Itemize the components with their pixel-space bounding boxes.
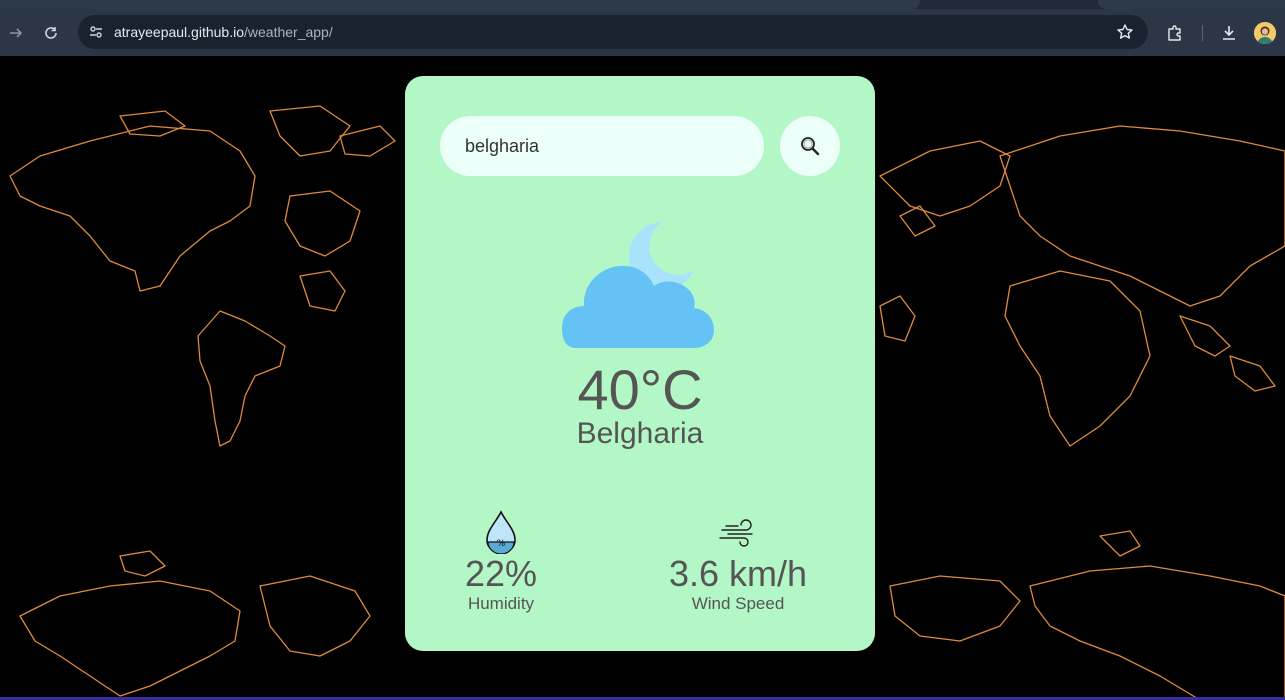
svg-text:%: % (497, 539, 506, 549)
magnifier-icon (801, 137, 820, 156)
url-host: atrayeepaul.github.io (114, 24, 244, 40)
tune-icon (90, 26, 102, 38)
active-tab[interactable] (0, 0, 920, 9)
water-drop-icon: % (486, 510, 516, 554)
avatar[interactable] (1254, 22, 1276, 44)
reload-icon (45, 27, 57, 39)
address-bar[interactable]: atrayeepaul.github.io/weather_app/ (78, 15, 1148, 49)
tab-strip (0, 0, 1285, 9)
url-text[interactable]: atrayeepaul.github.io/weather_app/ (114, 24, 333, 40)
wind-speed-value: 3.6 km/h (668, 553, 808, 594)
weather-card: 40°C Belgharia % 22% Humidity 3.6 km/h (405, 76, 875, 651)
download-icon (1223, 26, 1235, 40)
wind-speed-label: Wind Speed (691, 594, 785, 613)
wind-icon (719, 519, 753, 547)
arrow-right-icon (10, 28, 23, 38)
humidity-value: 22% (464, 553, 538, 594)
humidity-label: Humidity (467, 594, 535, 613)
star-icon (1117, 24, 1133, 39)
inactive-tab[interactable] (1098, 0, 1285, 9)
puzzle-icon (1168, 25, 1181, 41)
temperature-value: 40°C (577, 358, 703, 421)
page-viewport: 40°C Belgharia % 22% Humidity 3.6 km/h (0, 56, 1285, 700)
profile-picture (1254, 22, 1276, 44)
url-path: /weather_app/ (244, 24, 333, 40)
city-search-input[interactable] (440, 116, 764, 176)
site-info-button[interactable] (86, 22, 106, 42)
cloud-moon-icon (562, 222, 714, 348)
extensions-button[interactable] (1161, 19, 1189, 47)
wind-panel: 3.6 km/h Wind Speed (643, 510, 833, 614)
humidity-panel: % 22% Humidity (440, 510, 562, 614)
city-name: Belgharia (576, 417, 704, 450)
reload-button[interactable] (37, 19, 65, 47)
bookmark-button[interactable] (1114, 21, 1136, 43)
toolbar-separator (1202, 25, 1203, 41)
downloads-button[interactable] (1215, 19, 1243, 47)
browser-toolbar: atrayeepaul.github.io/weather_app/ (0, 9, 1285, 56)
search-button[interactable] (780, 116, 840, 176)
forward-button[interactable] (2, 19, 30, 47)
